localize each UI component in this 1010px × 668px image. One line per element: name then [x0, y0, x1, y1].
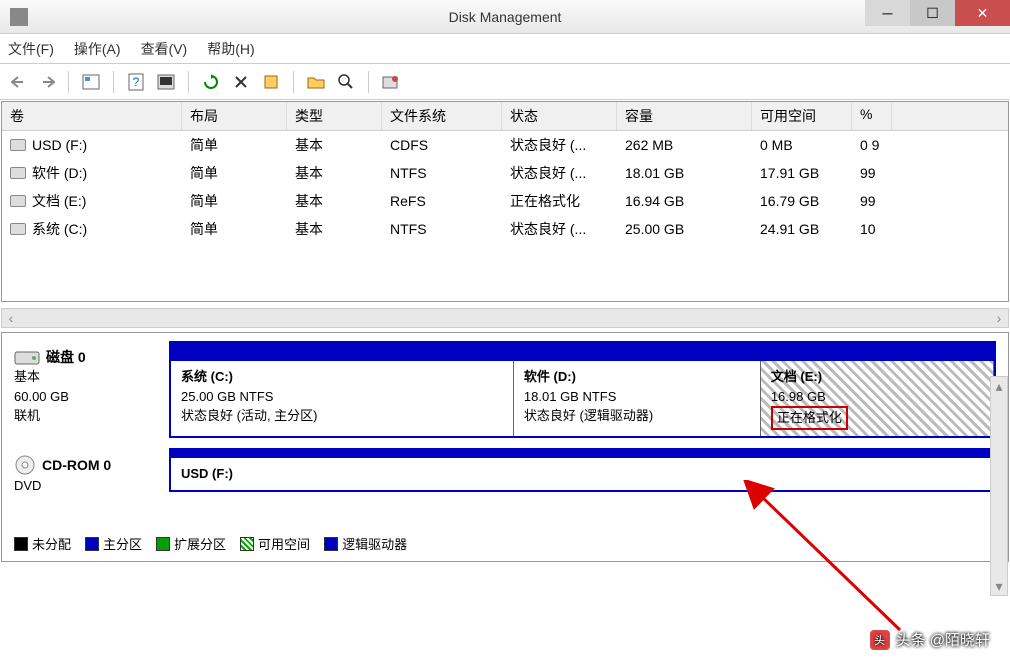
properties-icon[interactable]: [259, 70, 283, 94]
volume-icon: [10, 139, 26, 151]
folder-icon[interactable]: [304, 70, 328, 94]
menu-view[interactable]: 查看(V): [141, 39, 188, 59]
titlebar: Disk Management ─ ☐ ✕: [0, 0, 1010, 34]
horizontal-scrollbar[interactable]: ‹ ›: [1, 308, 1009, 328]
col-volume[interactable]: 卷: [2, 102, 182, 130]
legend-unalloc-swatch: [14, 537, 28, 551]
volume-row[interactable]: USD (F:) 简单 基本 CDFS 状态良好 (... 262 MB 0 M…: [2, 131, 1008, 159]
volume-icon: [10, 167, 26, 179]
toolbar: ?: [0, 64, 1010, 100]
delete-icon[interactable]: [229, 70, 253, 94]
col-free[interactable]: 可用空间: [752, 102, 852, 130]
volume-row[interactable]: 文档 (E:) 简单 基本 ReFS 正在格式化 16.94 GB 16.79 …: [2, 187, 1008, 215]
help-icon[interactable]: ?: [124, 70, 148, 94]
col-type[interactable]: 类型: [287, 102, 382, 130]
settings-icon[interactable]: [379, 70, 403, 94]
volume-icon: [10, 195, 26, 207]
menu-action[interactable]: 操作(A): [74, 39, 121, 59]
volume-list: 卷 布局 类型 文件系统 状态 容量 可用空间 % USD (F:) 简单 基本…: [1, 101, 1009, 302]
forward-button[interactable]: [34, 70, 58, 94]
disk-row: 磁盘 0 基本 60.00 GB 联机 系统 (C:) 25.00 GB NTF…: [14, 341, 996, 438]
scroll-left-icon[interactable]: ‹: [2, 309, 20, 327]
col-status[interactable]: 状态: [502, 102, 617, 130]
refresh-icon[interactable]: [199, 70, 223, 94]
disk-graphical-view: 磁盘 0 基本 60.00 GB 联机 系统 (C:) 25.00 GB NTF…: [1, 332, 1009, 562]
minimize-button[interactable]: ─: [865, 0, 910, 26]
menubar: 文件(F) 操作(A) 查看(V) 帮助(H): [0, 34, 1010, 64]
scroll-right-icon[interactable]: ›: [990, 309, 1008, 327]
disk-icon: [14, 348, 40, 366]
partition-d[interactable]: 软件 (D:) 18.01 GB NTFS 状态良好 (逻辑驱动器): [514, 361, 761, 436]
watermark: 头 头条 @陌晓轩: [870, 629, 990, 650]
cdrom-info[interactable]: CD-ROM 0 DVD: [14, 448, 169, 496]
volume-row[interactable]: 软件 (D:) 简单 基本 NTFS 状态良好 (... 18.01 GB 17…: [2, 159, 1008, 187]
col-fs[interactable]: 文件系统: [382, 102, 502, 130]
partition-c[interactable]: 系统 (C:) 25.00 GB NTFS 状态良好 (活动, 主分区): [171, 361, 514, 436]
app-icon: [10, 8, 28, 26]
window-title: Disk Management: [449, 9, 562, 25]
menu-help[interactable]: 帮助(H): [207, 39, 254, 59]
partition-usd[interactable]: USD (F:): [171, 458, 994, 490]
view-button[interactable]: [79, 70, 103, 94]
back-button[interactable]: [8, 70, 32, 94]
col-capacity[interactable]: 容量: [617, 102, 752, 130]
close-button[interactable]: ✕: [955, 0, 1010, 26]
col-layout[interactable]: 布局: [182, 102, 287, 130]
watermark-icon: 头: [870, 630, 890, 650]
menu-file[interactable]: 文件(F): [8, 39, 54, 59]
formatting-status: 正在格式化: [771, 406, 848, 430]
legend: 未分配 主分区 扩展分区 可用空间 逻辑驱动器: [14, 534, 407, 553]
partition-row: 系统 (C:) 25.00 GB NTFS 状态良好 (活动, 主分区) 软件 …: [169, 341, 996, 438]
maximize-button[interactable]: ☐: [910, 0, 955, 26]
legend-logical-swatch: [324, 537, 338, 551]
col-percent[interactable]: %: [852, 102, 892, 130]
legend-extended-swatch: [156, 537, 170, 551]
volume-list-body: USD (F:) 简单 基本 CDFS 状态良好 (... 262 MB 0 M…: [2, 131, 1008, 301]
cdrom-row: CD-ROM 0 DVD USD (F:): [14, 448, 996, 496]
vertical-scrollbar[interactable]: ▴ ▾: [990, 376, 1008, 596]
scroll-down-icon[interactable]: ▾: [991, 577, 1007, 595]
search-icon[interactable]: [334, 70, 358, 94]
volume-icon: [10, 223, 26, 235]
legend-free-swatch: [240, 537, 254, 551]
window-controls: ─ ☐ ✕: [865, 0, 1010, 26]
volume-list-header: 卷 布局 类型 文件系统 状态 容量 可用空间 %: [2, 102, 1008, 131]
volume-row[interactable]: 系统 (C:) 简单 基本 NTFS 状态良好 (... 25.00 GB 24…: [2, 215, 1008, 243]
disk-info[interactable]: 磁盘 0 基本 60.00 GB 联机: [14, 341, 169, 438]
svg-text:?: ?: [133, 75, 140, 89]
console-icon[interactable]: [154, 70, 178, 94]
scroll-up-icon[interactable]: ▴: [991, 377, 1007, 395]
cdrom-icon: [14, 454, 36, 476]
partition-e[interactable]: 文档 (E:) 16.98 GB 正在格式化: [761, 361, 994, 436]
legend-primary-swatch: [85, 537, 99, 551]
